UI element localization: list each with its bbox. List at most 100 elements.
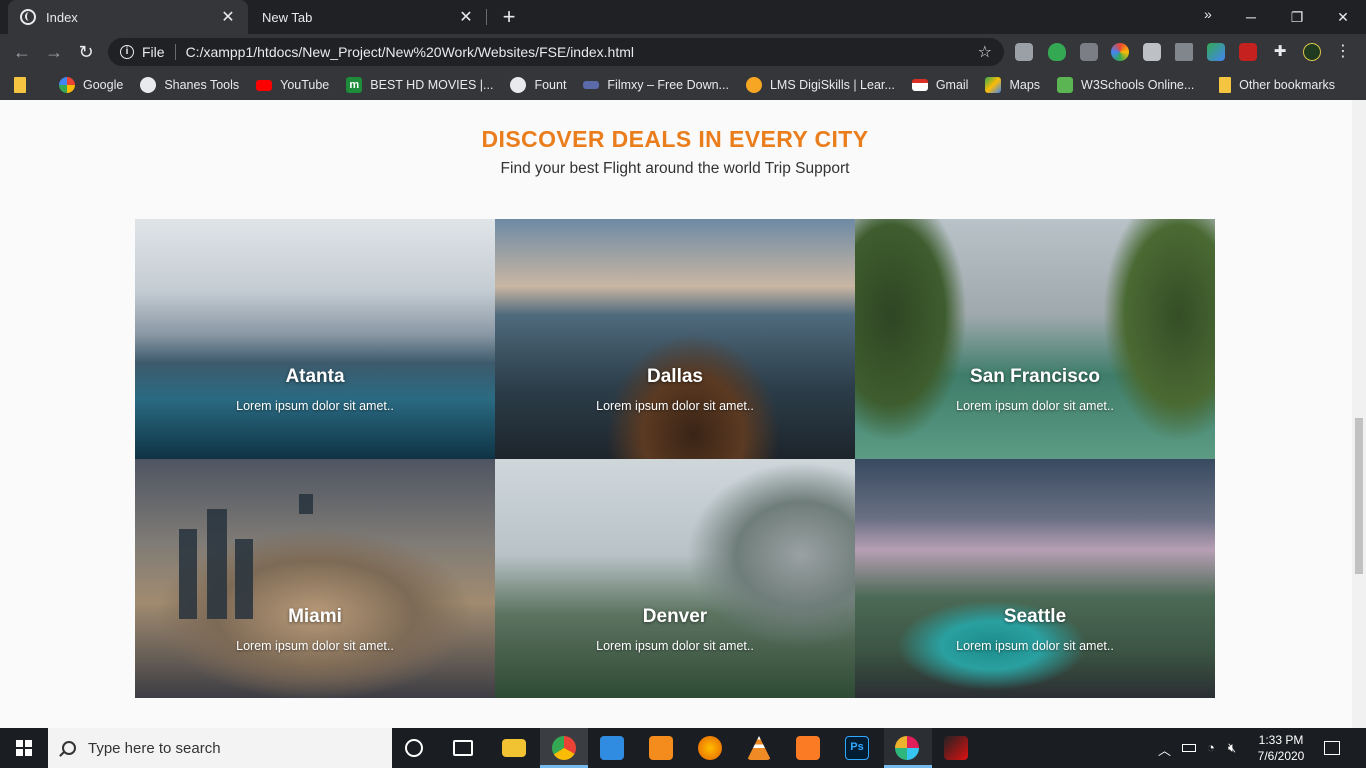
- chrome-icon[interactable]: [552, 736, 576, 760]
- clock-time: 1:33 PM: [1258, 733, 1304, 747]
- city-card[interactable]: Miami Lorem ipsum dolor sit amet..: [135, 459, 495, 698]
- bookmark-apps[interactable]: [14, 77, 42, 93]
- bookmark-google[interactable]: Google: [59, 77, 123, 93]
- bookmark-star-icon[interactable]: ☆: [978, 42, 992, 62]
- city-name: Dallas: [647, 366, 703, 387]
- tab-index[interactable]: Index ✕: [8, 0, 248, 34]
- windows-icon: [16, 740, 32, 756]
- vlc-icon[interactable]: [747, 736, 771, 760]
- city-name: San Francisco: [970, 366, 1100, 387]
- building-shape: [207, 509, 227, 619]
- drive-extension-icon[interactable]: [1175, 43, 1193, 61]
- gmail-icon: [911, 79, 928, 91]
- close-tab-icon[interactable]: ✕: [458, 7, 474, 27]
- cortana-icon[interactable]: [405, 739, 423, 757]
- w3schools-icon: [1057, 77, 1074, 93]
- globe-icon: [510, 77, 527, 93]
- forward-button[interactable]: →: [42, 40, 66, 64]
- flash-extension-icon[interactable]: [1239, 43, 1257, 61]
- file-explorer-icon[interactable]: [502, 739, 526, 757]
- browser-chrome: Index ✕ New Tab ✕ + ─ ❐ ✕ ← → ↻ i File C…: [0, 0, 1366, 100]
- profile-avatar[interactable]: [1303, 43, 1321, 61]
- tab-strip: Index ✕ New Tab ✕ + ─ ❐ ✕: [0, 0, 1366, 34]
- bookmark-shanes-tools[interactable]: Shanes Tools: [140, 77, 239, 93]
- city-description: Lorem ipsum dolor sit amet..: [596, 399, 754, 413]
- bookmark-filmxy[interactable]: Filmxy – Free Down...: [583, 78, 729, 92]
- battery-icon[interactable]: [1182, 744, 1196, 752]
- bookmark-label: Maps: [1009, 78, 1041, 92]
- volume-muted-icon[interactable]: 🔇︎: [1228, 740, 1236, 756]
- folder-icon: [14, 77, 26, 93]
- city-description: Lorem ipsum dolor sit amet..: [236, 399, 394, 413]
- system-clock[interactable]: 1:33 PM 7/6/2020: [1253, 732, 1309, 764]
- globe-icon: [140, 77, 157, 93]
- bookmark-lms-digiskills[interactable]: LMS DigiSkills | Lear...: [745, 77, 895, 93]
- info-icon[interactable]: i: [120, 45, 134, 59]
- task-view-icon[interactable]: [453, 740, 473, 756]
- tab-new-tab[interactable]: New Tab ✕: [250, 0, 486, 34]
- xampp-icon[interactable]: [796, 736, 820, 760]
- bookmark-label: Gmail: [935, 78, 969, 92]
- firefox-icon[interactable]: [698, 736, 722, 760]
- vscode-icon[interactable]: [600, 736, 624, 760]
- wifi-icon[interactable]: ◔: [1207, 740, 1215, 755]
- start-button[interactable]: [0, 728, 48, 768]
- sublime-text-icon[interactable]: [649, 736, 673, 760]
- new-tab-button[interactable]: +: [497, 5, 521, 29]
- more-bookmarks-button[interactable]: »: [1204, 6, 1212, 22]
- tab-divider: [486, 9, 487, 25]
- section-heading: DISCOVER DEALS IN EVERY CITY: [481, 126, 869, 152]
- browser-toolbar: ← → ↻ i File C:/xampp1/htdocs/New_Projec…: [0, 34, 1366, 70]
- camera-extension-icon[interactable]: [1015, 43, 1033, 61]
- bookmark-gmail[interactable]: Gmail: [911, 78, 969, 92]
- city-card[interactable]: Dallas Lorem ipsum dolor sit amet..: [495, 219, 855, 459]
- city-grid: Atanta Lorem ipsum dolor sit amet.. Dall…: [135, 219, 1215, 698]
- city-card[interactable]: San Francisco Lorem ipsum dolor sit amet…: [855, 219, 1215, 459]
- building-shape: [299, 494, 313, 514]
- bookmark-label: Google: [83, 78, 124, 92]
- slack-icon[interactable]: [895, 736, 919, 760]
- taskbar: Type here to search Ps ︿ ◔ 🔇︎ 1:33 PM 7/…: [0, 728, 1366, 768]
- url-text[interactable]: C:/xampp1/htdocs/New_Project/New%20Work/…: [186, 44, 978, 60]
- menu-kebab-icon[interactable]: ⋮: [1334, 43, 1352, 61]
- back-button[interactable]: ←: [10, 40, 34, 64]
- city-card[interactable]: Denver Lorem ipsum dolor sit amet..: [495, 459, 855, 698]
- address-bar[interactable]: i File C:/xampp1/htdocs/New_Project/New%…: [108, 38, 1004, 66]
- photoshop-icon[interactable]: Ps: [845, 736, 869, 760]
- city-card[interactable]: Atanta Lorem ipsum dolor sit amet..: [135, 219, 495, 459]
- bookmark-w3schools[interactable]: W3Schools Online...: [1057, 77, 1194, 93]
- extensions-puzzle-icon[interactable]: ✚: [1271, 43, 1289, 61]
- close-window-button[interactable]: ✕: [1320, 0, 1366, 34]
- privacy-extension-icon[interactable]: [1143, 43, 1161, 61]
- close-tab-icon[interactable]: ✕: [220, 7, 236, 27]
- show-hidden-icons[interactable]: ︿: [1158, 740, 1171, 759]
- bookmark-label: W3Schools Online...: [1081, 78, 1195, 92]
- bookmark-best-hd-movies[interactable]: m BEST HD MOVIES |...: [346, 77, 493, 93]
- game-icon[interactable]: [944, 736, 968, 760]
- section-subheading: Find your best Flight around the world T…: [500, 160, 850, 177]
- color-picker-extension-icon[interactable]: [1111, 43, 1129, 61]
- maps-icon: [985, 77, 1002, 93]
- minimize-button[interactable]: ─: [1228, 0, 1274, 34]
- scrollbar-thumb[interactable]: [1355, 418, 1363, 574]
- shield-extension-icon[interactable]: [1048, 43, 1066, 61]
- translate-extension-icon[interactable]: [1207, 43, 1225, 61]
- clock-date: 7/6/2020: [1257, 749, 1305, 763]
- page-scrollbar[interactable]: [1352, 100, 1366, 728]
- bookmark-label: Fount: [534, 78, 567, 92]
- screenshot-extension-icon[interactable]: [1080, 43, 1098, 61]
- taskbar-search[interactable]: Type here to search: [48, 728, 392, 768]
- city-description: Lorem ipsum dolor sit amet..: [956, 399, 1114, 413]
- other-bookmarks[interactable]: Other bookmarks: [1219, 77, 1335, 93]
- city-description: Lorem ipsum dolor sit amet..: [596, 639, 754, 653]
- reload-button[interactable]: ↻: [74, 40, 98, 64]
- filmxy-icon: [583, 81, 600, 89]
- notifications-icon[interactable]: [1324, 741, 1340, 755]
- city-card[interactable]: Seattle Lorem ipsum dolor sit amet..: [855, 459, 1215, 698]
- bookmark-maps[interactable]: Maps: [985, 77, 1040, 93]
- bookmark-label: LMS DigiSkills | Lear...: [769, 78, 895, 92]
- restore-button[interactable]: ❐: [1274, 0, 1320, 34]
- city-name: Miami: [288, 606, 342, 627]
- bookmark-fount[interactable]: Fount: [510, 77, 566, 93]
- bookmark-youtube[interactable]: YouTube: [256, 78, 329, 92]
